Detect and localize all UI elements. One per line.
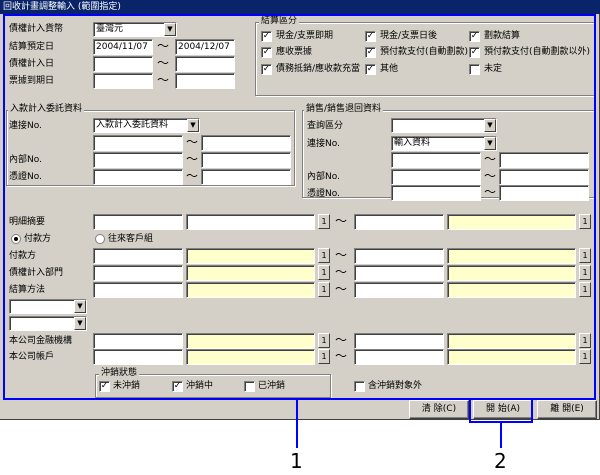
annotation-box-1 — [3, 14, 596, 400]
annotation-leader-2 — [500, 423, 502, 448]
clear-button[interactable]: 清 除(C) — [409, 400, 469, 419]
annotation-number-2: 2 — [494, 449, 507, 473]
annotation-leader-1 — [296, 400, 298, 448]
annotation-number-1: 1 — [290, 449, 303, 473]
exit-button[interactable]: 離 開(E) — [537, 400, 597, 419]
annotation-box-2 — [469, 398, 533, 423]
window-title: 回收計畫調整輸入 (範圍指定) — [0, 0, 600, 14]
